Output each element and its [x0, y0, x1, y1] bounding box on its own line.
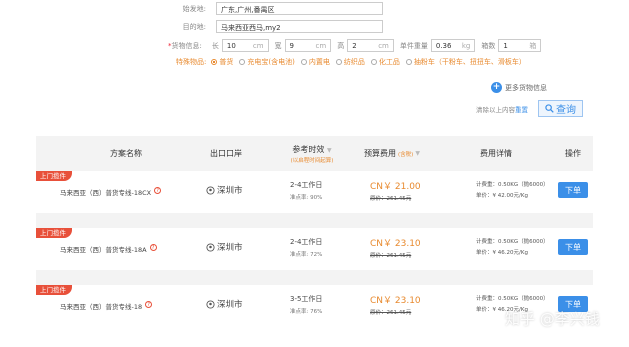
height-label: 高 [337, 41, 345, 50]
box-count-label: 箱数 [481, 41, 496, 50]
destination-label: 目的地: [182, 22, 206, 31]
more-cargo-info-link[interactable]: + 更多货物信息 [491, 82, 547, 93]
location-icon [206, 242, 215, 252]
goods-row: 特殊物品: 普货 充电宝(含电池) 内置电 纺织品 化工品 抽粉车（干粉车、扭扭… [176, 57, 532, 67]
col-fee[interactable]: 预算费用 (含税) ▼ [352, 136, 432, 171]
width-label: 宽 [274, 41, 282, 50]
cargo-row: * 货物信息: 长 10 cm 宽 9 cm 高 2 cm 单件重量 0.36 kg 箱… [168, 39, 542, 52]
destination-row: 目的地: 马来西亚西马,my2 [150, 20, 383, 33]
goods-option-general[interactable]: 普货 [211, 57, 233, 67]
order-button[interactable]: 下单 [558, 182, 588, 198]
fee: CN￥ 23.10 原价：261.45元 [370, 296, 421, 316]
ref-time: 2-4工作日 准点率: 90% [290, 181, 323, 201]
width-input[interactable]: 9 cm [284, 39, 332, 52]
col-export-port: 出口口岸 [210, 149, 242, 158]
goods-option-textile[interactable]: 纺织品 [335, 57, 365, 67]
pickup-badge: 上门揽件 [36, 171, 72, 181]
help-icon[interactable]: ? [145, 301, 153, 308]
goods-option-chemical[interactable]: 化工品 [370, 57, 400, 67]
sort-icon: ▼ [415, 150, 420, 157]
row-separator [36, 270, 593, 285]
col-plan-name: 方案名称 [110, 149, 142, 158]
radio-icon [335, 59, 342, 65]
order-button[interactable]: 下单 [558, 239, 588, 255]
origin-row: 始发地: 广东,广州,番禺区 [150, 2, 383, 15]
goods-option-scooter[interactable]: 抽粉车（干粉车、扭扭车、滑板车） [405, 57, 526, 67]
col-fee-detail: 费用详情 [480, 149, 512, 158]
location-icon [206, 185, 215, 195]
height-input[interactable]: 2 cm [347, 39, 394, 52]
origin-input[interactable]: 广东,广州,番禺区 [216, 2, 383, 15]
goods-label: 特殊物品: [176, 58, 207, 66]
radio-selected-icon [211, 59, 218, 65]
fee-detail: 计费重：0.50KG（抛6000） 单价：¥ 46.20元/Kg [476, 239, 549, 256]
radio-icon [300, 59, 307, 65]
more-cargo-info-label: 更多货物信息 [505, 83, 547, 92]
pickup-badge: 上门揽件 [36, 285, 72, 295]
ref-time: 3-5工作日 准点率: 76% [290, 295, 323, 315]
export-port: 深圳市 [206, 298, 243, 310]
export-port: 深圳市 [206, 184, 243, 196]
shipping-form: 始发地: 广东,广州,番禺区 目的地: 马来西亚西马,my2 * 货物信息: 长… [0, 0, 629, 128]
plan-name: 马来西亚（西）普货专线-18A? [60, 244, 157, 254]
destination-input[interactable]: 马来西亚西马,my2 [216, 20, 383, 33]
box-count-input[interactable]: 1箱 [498, 39, 542, 52]
reset-link[interactable]: 重置 [515, 106, 528, 114]
radio-icon [405, 59, 412, 65]
fee-detail: 计费重：0.50KG（抛6000） 单价：¥ 42.00元/Kg [476, 182, 549, 199]
search-icon [545, 104, 554, 113]
ref-time: 2-4工作日 准点率: 72% [290, 238, 323, 258]
plan-name: 马来西亚（西）普货专线-18? [60, 301, 153, 311]
length-label: 长 [211, 41, 219, 50]
goods-option-powerbank[interactable]: 充电宝(含电池) [239, 57, 295, 67]
search-button[interactable]: 查询 [538, 100, 583, 117]
fee: CN￥ 23.10 原价：261.45元 [370, 239, 421, 259]
origin-label: 始发地: [182, 4, 206, 13]
pickup-badge: 上门揽件 [36, 228, 72, 238]
col-operation: 操作 [565, 149, 581, 158]
col-ref-time[interactable]: 参考时效 ▼ (以启程时间起算) [272, 136, 352, 171]
clear-hint: 清除以上内容重置 [476, 106, 528, 114]
location-icon [206, 299, 215, 309]
help-icon[interactable]: ? [154, 187, 162, 194]
row-separator [36, 213, 593, 228]
cargo-label: 货物信息: [171, 41, 202, 50]
plan-name: 马来西亚（西）普货专线-18CX? [60, 187, 162, 197]
table-header: 方案名称 出口口岸 参考时效 ▼ (以启程时间起算) 预算费用 (含税) ▼ 费用详情… [36, 136, 593, 171]
fee: CN￥ 21.00 原价：261.45元 [370, 182, 421, 202]
export-port: 深圳市 [206, 241, 243, 253]
goods-option-battery[interactable]: 内置电 [300, 57, 330, 67]
radio-icon [370, 59, 377, 65]
radio-icon [239, 59, 246, 65]
weight-input[interactable]: 0.36 kg [430, 39, 476, 52]
table-row: 上门揽件 马来西亚（西）普货专线-18CX? 深圳市 2-4工作日 准点率: 90… [36, 171, 593, 213]
sort-icon: ▼ [326, 146, 332, 154]
length-input[interactable]: 10 cm [221, 39, 269, 52]
help-icon[interactable]: ? [149, 244, 157, 251]
plus-icon: + [491, 82, 502, 93]
watermark: 知乎 @李兴钱 [505, 310, 600, 328]
table-row: 上门揽件 马来西亚（西）普货专线-18A? 深圳市 2-4工作日 准点率: 72%… [36, 228, 593, 270]
weight-label: 单件重量 [399, 41, 428, 50]
